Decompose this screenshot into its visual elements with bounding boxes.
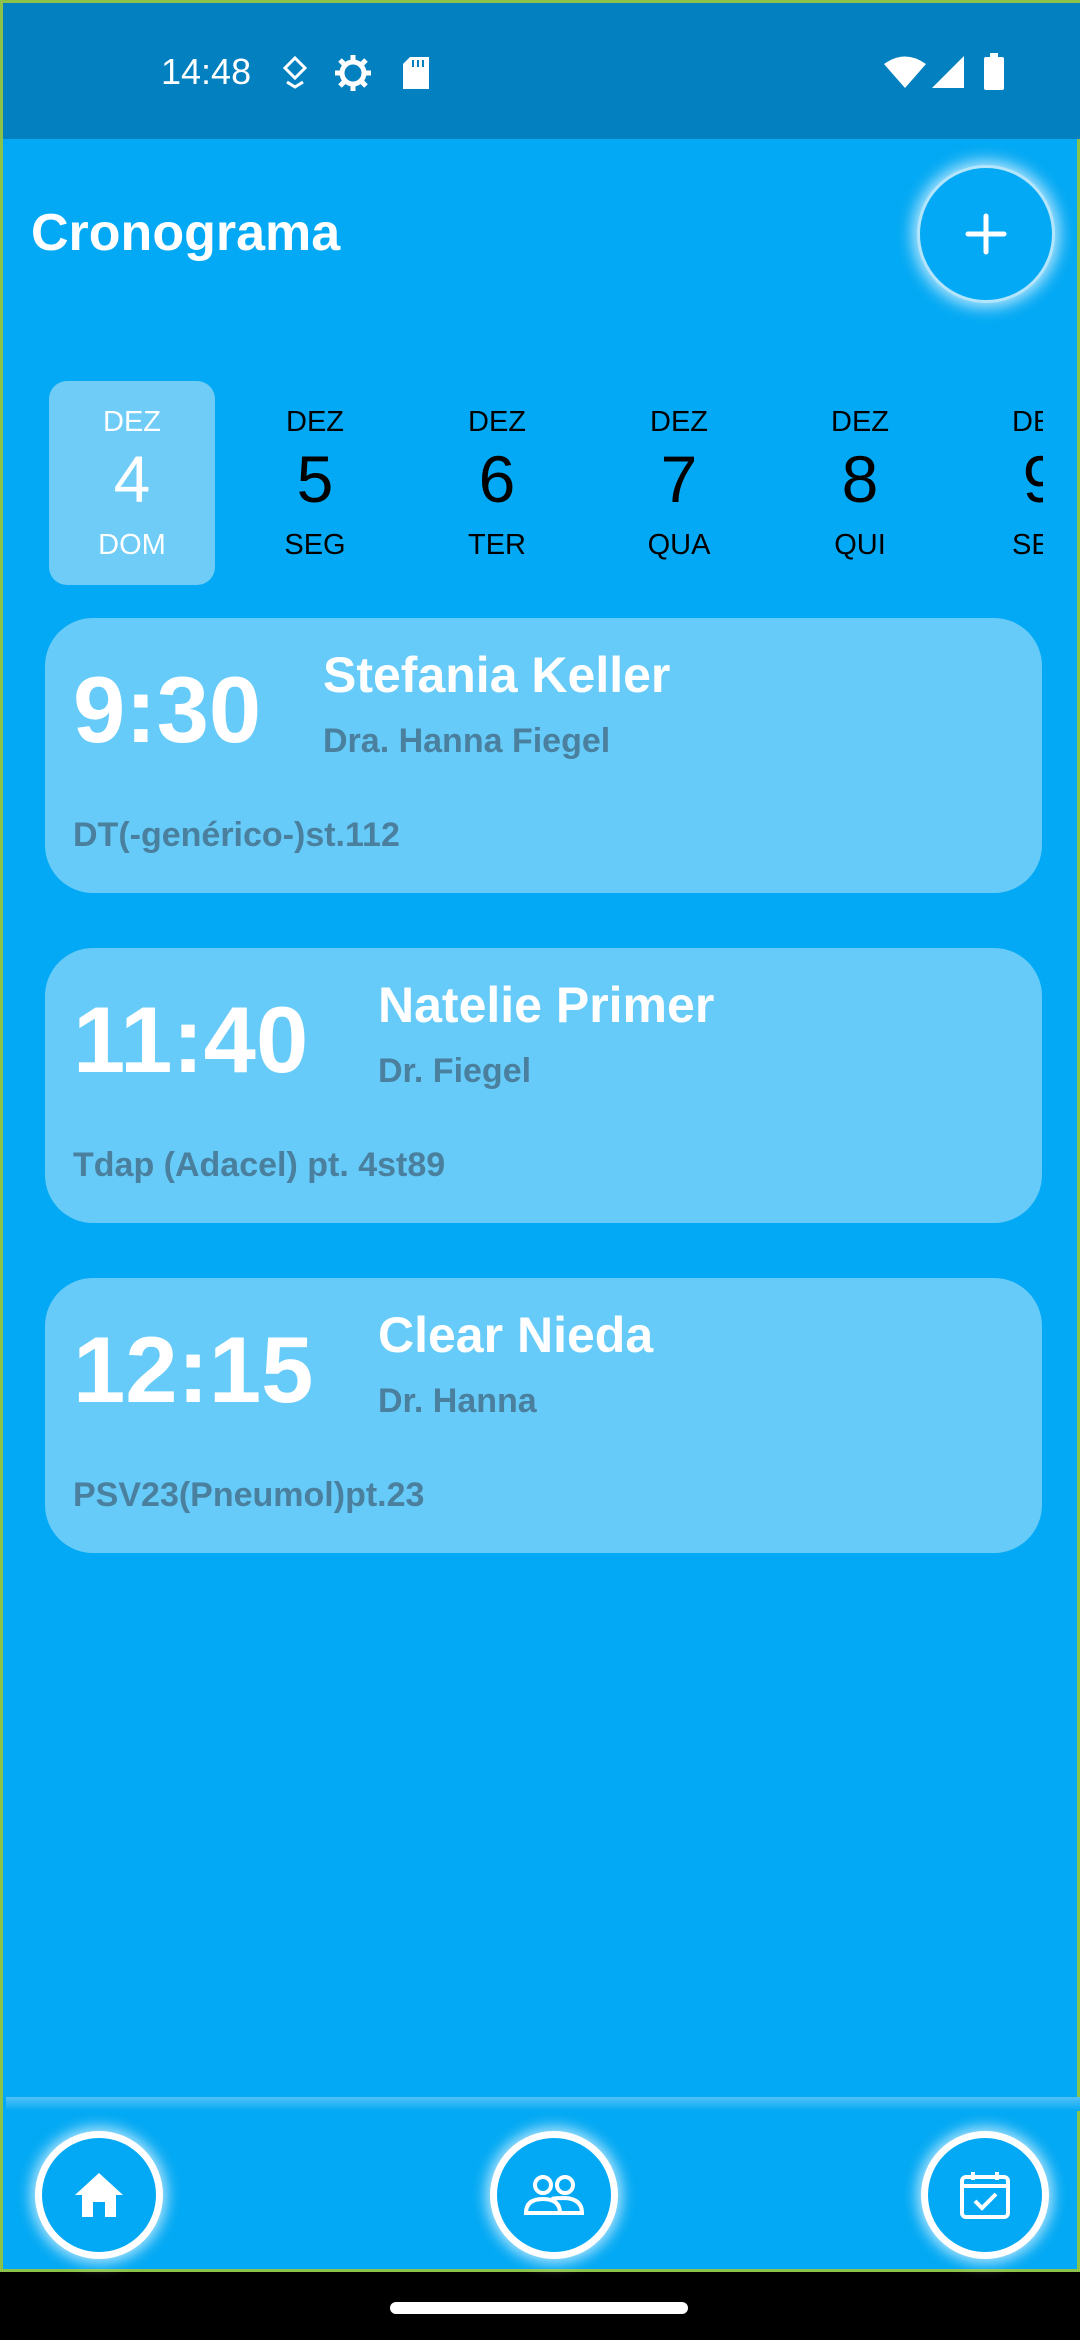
appointment-card[interactable]: 11:40 Natelie Primer Dr. Fiegel Tdap (Ad… [45,948,1042,1223]
doctor-name: Dra. Hanna Fiegel [323,722,611,760]
status-bar: 14:48 [3,3,1080,139]
patient-name: Clear Nieda [378,1307,654,1363]
day-weekday: SEG [284,529,346,561]
day-item-6[interactable]: DEZ 6 TER [414,381,580,585]
day-month: DEZ [468,406,526,438]
people-icon [523,2175,585,2215]
patient-name: Natelie Primer [378,977,715,1033]
patients-button[interactable] [490,2131,618,2259]
vaccine-label: PSV23(Pneumol)pt.23 [73,1476,425,1514]
day-number: 9 [1022,442,1043,516]
vaccine-label: Tdap (Adacel) pt. 4st89 [73,1146,446,1184]
calendar-check-icon [960,2172,1010,2219]
page-title: Cronograma [31,204,341,262]
day-month: DEZ [650,406,708,438]
day-number: 5 [296,442,334,516]
day-weekday: QUA [647,529,711,561]
day-item-4[interactable]: DEZ 4 DOM [49,381,215,585]
day-month: DEZ [286,406,344,438]
day-item-7[interactable]: DEZ 7 QUA [596,381,762,585]
gear-icon [333,53,373,98]
day-month: DEZ [1012,406,1043,438]
schedule-button[interactable] [921,2131,1049,2259]
signal-icon [931,55,965,94]
day-number: 7 [660,442,698,516]
doctor-name: Dr. Fiegel [378,1052,532,1090]
day-item-5[interactable]: DEZ 5 SEG [232,381,398,585]
day-item-8[interactable]: DEZ 8 QUI [777,381,943,585]
vaccine-label: DT(-genérico-)st.112 [73,816,400,854]
patient-name: Stefania Keller [323,647,671,703]
location-tag-icon [281,55,309,94]
day-month: DEZ [831,406,889,438]
appointment-time: 12:15 [73,1317,314,1422]
battery-icon [983,53,1005,96]
plus-icon [965,213,1007,255]
gesture-home-bar[interactable] [390,2302,688,2314]
day-month: DEZ [103,406,161,438]
status-time: 14:48 [161,51,252,92]
doctor-name: Dr. Hanna [378,1382,537,1420]
bottom-nav-divider [6,2097,1080,2111]
app-screen: 14:48 Cronograma DEZ 4 DOM DEZ 5 SEG DEZ… [0,0,1080,2272]
add-appointment-button[interactable] [917,165,1055,303]
home-icon [75,2173,123,2217]
day-selector[interactable]: DEZ 4 DOM DEZ 5 SEG DEZ 6 TER DEZ 7 QUA … [3,379,1043,585]
home-button[interactable] [35,2131,163,2259]
appointment-card[interactable]: 12:15 Clear Nieda Dr. Hanna PSV23(Pneumo… [45,1278,1042,1553]
day-number: 6 [478,442,516,516]
day-number: 4 [113,442,151,516]
day-item-9[interactable]: DEZ 9 SEX [958,381,1043,585]
appointment-time: 9:30 [73,657,262,762]
day-weekday: SEX [1011,529,1043,561]
appointment-time: 11:40 [73,987,309,1092]
wifi-icon [883,55,927,94]
day-weekday: QUI [834,529,886,561]
sd-card-icon [401,55,431,96]
day-weekday: TER [468,529,526,561]
day-weekday: DOM [98,529,166,561]
appointment-card[interactable]: 9:30 Stefania Keller Dra. Hanna Fiegel D… [45,618,1042,893]
day-number: 8 [841,442,879,516]
